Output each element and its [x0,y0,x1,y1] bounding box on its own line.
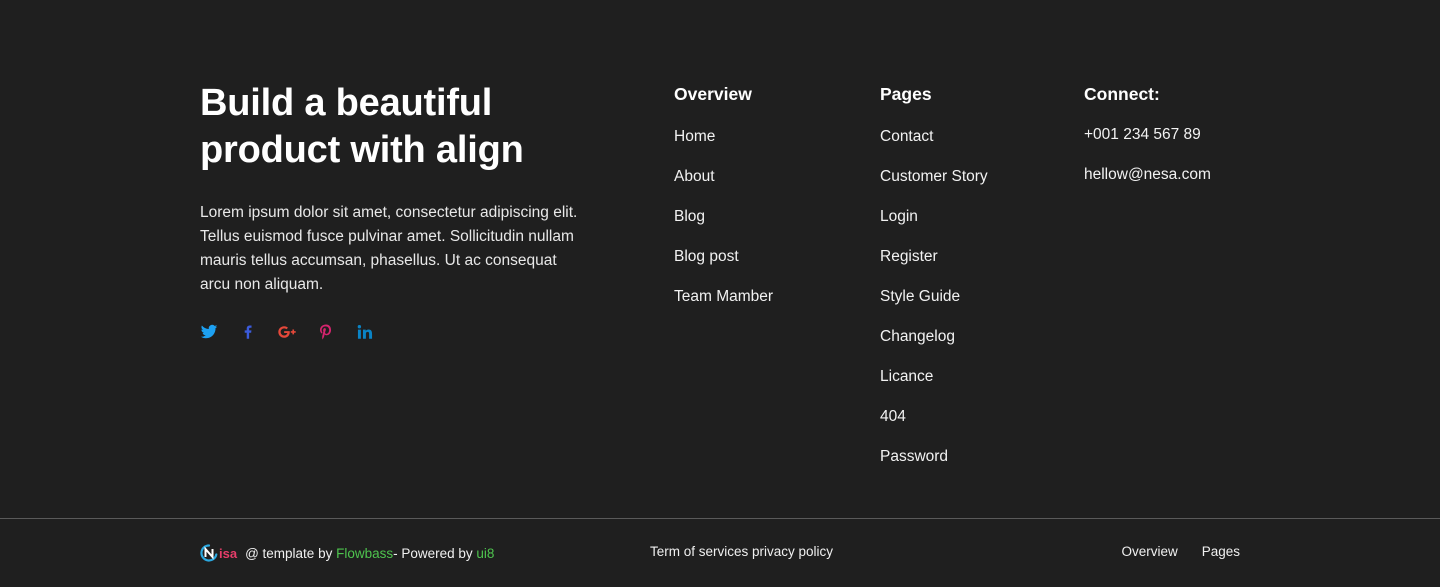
bottom-nav: Overview Pages [1121,544,1240,559]
pages-link-changelog[interactable]: Changelog [880,327,988,367]
credit-middle: - Powered by [393,545,477,561]
pages-link-contact[interactable]: Contact [880,127,988,167]
footer-headline: Build a beautiful product with align [200,82,524,171]
facebook-icon[interactable] [239,323,257,341]
footer-bottom-bar: isa @ template by Flowbass - Powered by … [0,519,1440,587]
bottom-nav-overview[interactable]: Overview [1121,544,1177,559]
nisa-logo[interactable]: isa [200,544,237,562]
credit-line: isa @ template by Flowbass - Powered by … [200,544,494,562]
flowbass-link[interactable]: Flowbass [336,546,393,561]
pinterest-icon[interactable] [317,323,335,341]
overview-link-blog-post[interactable]: Blog post [674,247,773,287]
pages-heading: Pages [880,84,932,104]
pages-link-licence[interactable]: Licance [880,367,988,407]
overview-column: Overview Home About Blog Blog post Team … [674,83,773,327]
pages-link-404[interactable]: 404 [880,407,988,447]
pages-column: Pages Contact Customer Story Login Regis… [880,83,988,487]
pages-link-register[interactable]: Register [880,247,988,287]
pages-link-style-guide[interactable]: Style Guide [880,287,988,327]
connect-phone[interactable]: +001 234 567 89 [1084,125,1211,165]
linkedin-icon[interactable] [356,323,374,341]
ui8-link[interactable]: ui8 [476,546,494,561]
overview-link-team-member[interactable]: Team Mamber [674,287,773,327]
twitter-icon[interactable] [200,323,218,341]
pages-link-password[interactable]: Password [880,447,988,487]
brand-block: Build a beautiful product with align Lor… [200,80,580,341]
credit-prefix: @ template by [245,545,337,561]
footer-main: Build a beautiful product with align Lor… [0,0,1440,518]
overview-heading: Overview [674,84,752,104]
overview-link-about[interactable]: About [674,167,773,207]
footer-description: Lorem ipsum dolor sit amet, consectetur … [200,204,578,293]
logo-wordmark: isa [219,545,238,561]
social-links [200,323,580,341]
bottom-nav-pages[interactable]: Pages [1202,544,1240,559]
pages-link-customer-story[interactable]: Customer Story [880,167,988,207]
connect-email[interactable]: hellow@nesa.com [1084,165,1211,205]
connect-column: Connect: +001 234 567 89 hellow@nesa.com [1084,83,1211,205]
connect-heading: Connect: [1084,84,1160,104]
google-plus-icon[interactable] [278,323,296,341]
nisa-logo-icon [200,544,218,562]
overview-link-home[interactable]: Home [674,127,773,167]
pages-link-login[interactable]: Login [880,207,988,247]
overview-link-blog[interactable]: Blog [674,207,773,247]
legal-link[interactable]: Term of services privacy policy [650,544,833,559]
